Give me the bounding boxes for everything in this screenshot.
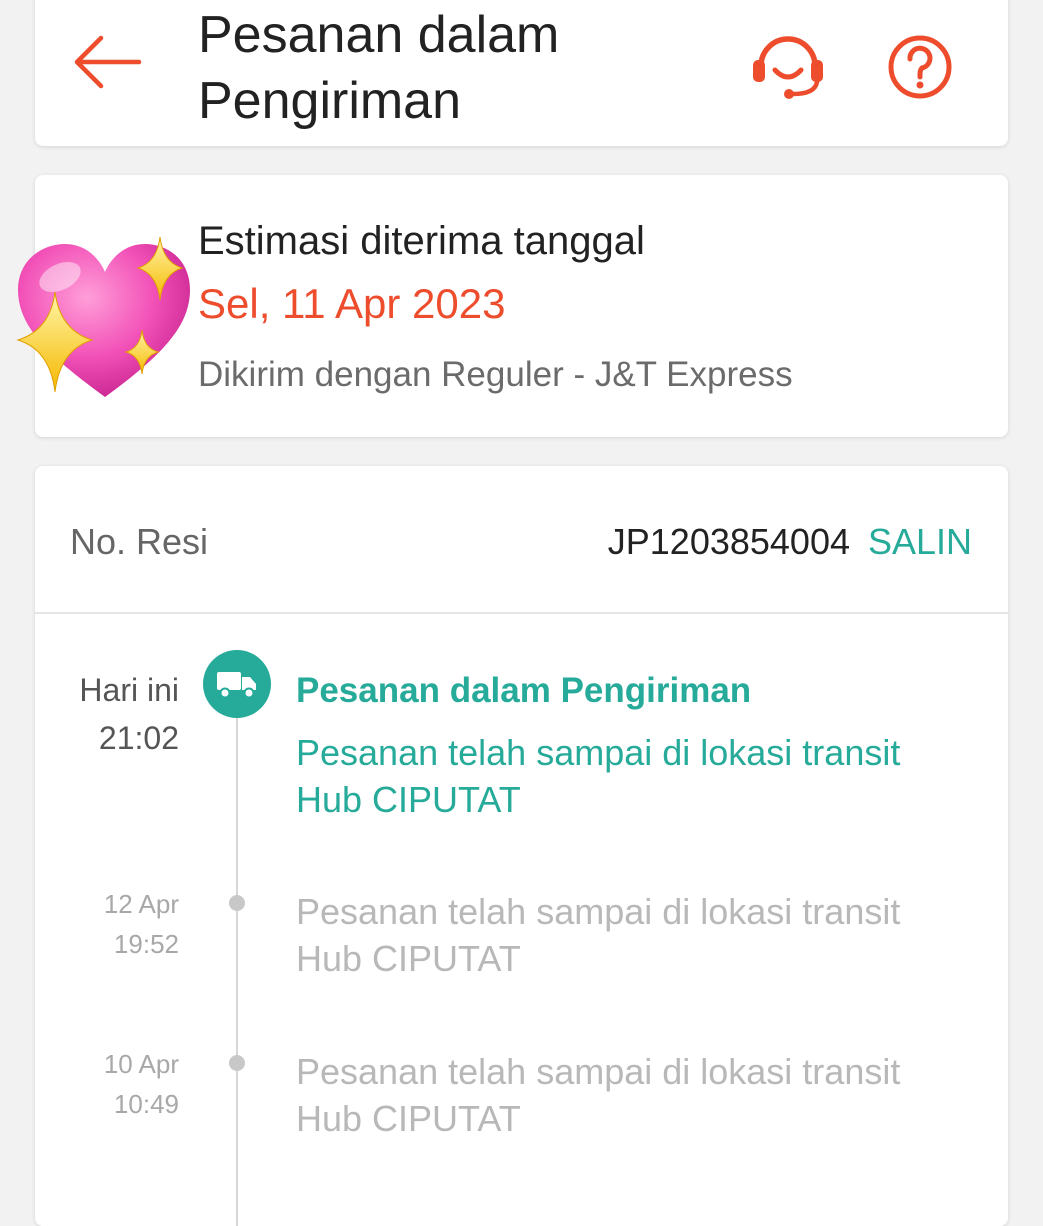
help-button[interactable] [885,32,955,102]
estimate-date: Sel, 11 Apr 2023 [198,280,506,327]
event-clock: 10:49 [113,1089,179,1119]
truck-status-marker [203,650,271,718]
event-day: Hari ini [79,672,179,708]
tracking-number-row: No. Resi JP1203854004 SALIN [35,466,1008,614]
sparkling-heart-icon [16,236,190,397]
event-description: Pesanan telah sampai di lokasi transit H… [296,1051,901,1139]
tracking-number-label: No. Resi [70,521,209,562]
page-title: Pesanan dalam Pengiriman [198,6,560,130]
event-clock: 21:02 [98,720,179,756]
customer-support-button[interactable] [749,30,827,100]
timeline-dot [229,895,245,911]
event-day: 12 Apr [103,889,179,919]
timeline-line [236,706,238,1226]
courier-info: Dikirim dengan Reguler - J&T Express [198,355,793,394]
timeline-event-active: Pesanan dalam Pengiriman Pesanan telah s… [296,667,936,823]
timeline-event: Pesanan telah sampai di lokasi transit H… [296,1048,936,1142]
event-day: 10 Apr [103,1049,179,1079]
event-time: 12 Apr 19:52 [104,884,179,964]
event-status: Pesanan dalam Pengiriman [296,671,752,710]
app-header: Pesanan dalam Pengiriman [35,0,1008,146]
event-description: Pesanan telah sampai di lokasi transit H… [296,732,901,820]
back-button[interactable] [71,32,143,92]
tracking-number: JP1203854004 [607,521,850,562]
timeline-dot [229,1055,245,1071]
headset-icon [753,36,823,99]
event-time: Hari ini 21:02 [79,666,179,762]
copy-tracking-button[interactable]: SALIN [868,521,972,563]
event-description: Pesanan telah sampai di lokasi transit H… [296,891,901,979]
event-clock: 19:52 [113,929,179,959]
truck-icon [217,672,256,699]
tracking-card: No. Resi JP1203854004 SALIN Hari ini 21:… [35,466,1008,1226]
event-time: 10 Apr 10:49 [104,1044,179,1124]
estimate-label: Estimasi diterima tanggal [198,219,645,263]
timeline-event: Pesanan telah sampai di lokasi transit H… [296,888,936,982]
question-circle-icon [888,35,952,99]
arrow-left-icon [74,35,142,89]
